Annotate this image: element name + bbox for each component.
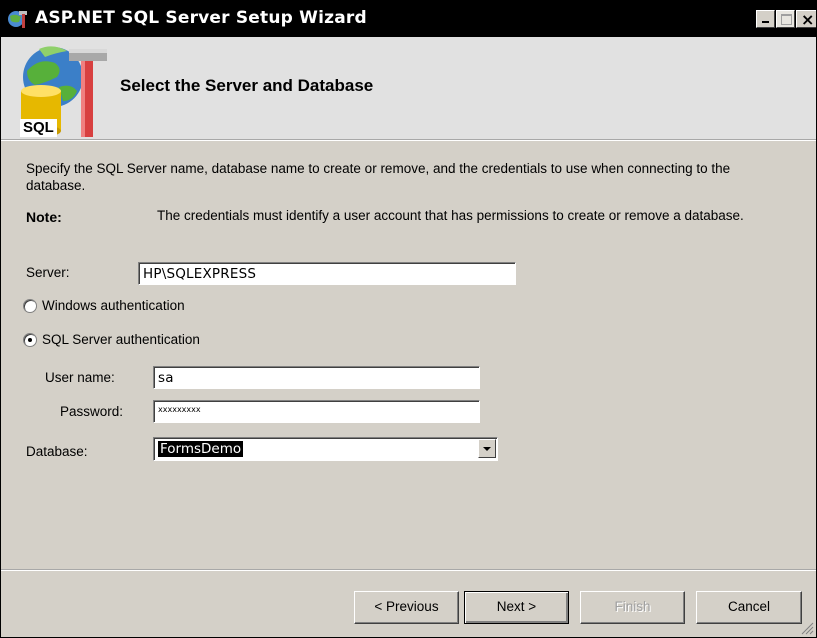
- database-select-box[interactable]: FormsDemo: [153, 437, 498, 461]
- note-label: Note:: [26, 209, 62, 225]
- resize-grip-icon[interactable]: [800, 621, 814, 635]
- cancel-button[interactable]: Cancel: [696, 591, 802, 624]
- windows-auth-label[interactable]: Windows authentication: [42, 298, 185, 313]
- note-text: The credentials must identify a user acc…: [157, 208, 744, 223]
- wizard-header: SQL Select the Server and Database: [1, 37, 816, 140]
- close-button[interactable]: ×: [796, 10, 816, 29]
- username-label: User name:: [45, 370, 115, 385]
- server-label: Server:: [26, 265, 70, 280]
- windows-auth-radio[interactable]: [23, 299, 37, 313]
- sql-auth-radio[interactable]: [23, 333, 37, 347]
- header-divider: [1, 140, 816, 141]
- window-title: ASP.NET SQL Server Setup Wizard: [35, 8, 367, 28]
- footer-divider-highlight: [1, 570, 816, 571]
- page-heading: Select the Server and Database: [120, 76, 374, 95]
- previous-button[interactable]: < Previous: [354, 591, 459, 624]
- sql-logo-text: SQL: [20, 119, 57, 137]
- instructions-text: Specify the SQL Server name, database na…: [26, 161, 731, 193]
- title-bar[interactable]: ASP.NET SQL Server Setup Wizard ×: [1, 1, 816, 37]
- minimize-button[interactable]: [756, 10, 775, 28]
- password-label: Password:: [60, 404, 124, 419]
- maximize-button[interactable]: [776, 10, 795, 28]
- dropdown-arrow-icon[interactable]: [478, 439, 496, 458]
- finish-button[interactable]: Finish: [580, 591, 685, 624]
- wizard-app-icon: [8, 11, 27, 28]
- next-button[interactable]: Next >: [464, 591, 569, 624]
- close-icon: ×: [801, 10, 815, 29]
- setup-wizard-window: ASP.NET SQL Server Setup Wizard × SQL Se…: [0, 0, 817, 638]
- database-label: Database:: [26, 444, 88, 459]
- server-input[interactable]: HP\SQLEXPRESS: [138, 262, 516, 285]
- password-input[interactable]: xxxxxxxxx: [153, 400, 480, 423]
- database-selected-value: FormsDemo: [158, 441, 244, 457]
- database-dropdown[interactable]: FormsDemo: [153, 437, 498, 461]
- sql-auth-label[interactable]: SQL Server authentication: [42, 332, 200, 347]
- username-input[interactable]: sa: [153, 366, 480, 389]
